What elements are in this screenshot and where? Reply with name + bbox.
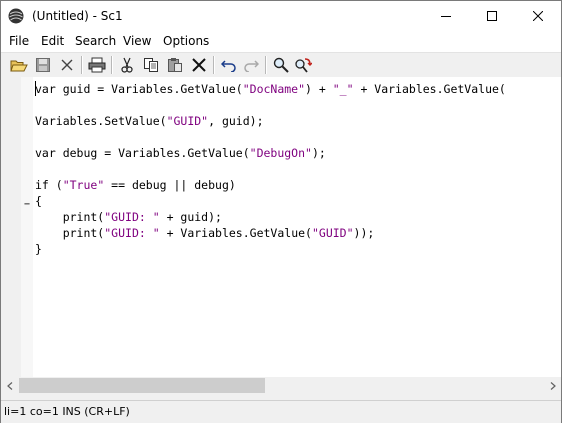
string-literal: "DebugOn": [249, 146, 312, 160]
menu-edit[interactable]: Edit: [41, 34, 64, 48]
status-bar: li=1 co=1 INS (CR+LF): [1, 400, 561, 423]
window-title: (Untitled) - Sc1: [32, 9, 123, 23]
open-button[interactable]: [9, 56, 29, 74]
string-literal: "GUID: ": [104, 210, 160, 224]
toolbar-separator: [213, 56, 215, 74]
toolbar: [1, 52, 561, 78]
string-literal: "GUID": [166, 114, 209, 128]
code-token: ) +: [305, 82, 333, 96]
paste-button[interactable]: [165, 56, 185, 74]
string-literal: "DocName": [242, 82, 306, 96]
code-line[interactable]: var guid = Variables.GetValue("DocName")…: [35, 81, 561, 97]
toolbar-separator: [81, 56, 83, 74]
code-line[interactable]: }: [35, 241, 561, 257]
string-literal: "GUID: ": [104, 226, 160, 240]
toolbar-separator: [111, 56, 113, 74]
delete-icon: [192, 58, 206, 72]
code-line[interactable]: [35, 161, 561, 177]
text-caret: [35, 81, 36, 96]
close-file-icon: [61, 59, 73, 71]
menu-search[interactable]: Search: [75, 34, 116, 48]
save-icon: [36, 58, 50, 72]
fold-margin[interactable]: [21, 77, 33, 377]
scroll-thumb[interactable]: [19, 378, 265, 393]
code-token: var debug = Variables.GetValue(: [35, 146, 250, 160]
code-token: , guid);: [208, 114, 264, 128]
code-token: + guid);: [159, 210, 222, 224]
scroll-right-button[interactable]: [544, 377, 561, 394]
app-icon: [8, 8, 24, 24]
copy-icon: [144, 58, 158, 72]
app-window: (Untitled) - Sc1 File Edit Search View O…: [0, 0, 562, 423]
string-literal: "GUID": [311, 226, 354, 240]
delete-button[interactable]: [189, 56, 209, 74]
menu-bar: File Edit Search View Options: [1, 31, 561, 52]
cut-icon: [121, 57, 133, 73]
code-token: ));: [353, 226, 375, 240]
menu-file[interactable]: File: [9, 34, 29, 48]
print-icon: [88, 57, 106, 73]
undo-icon: [221, 60, 236, 72]
code-token: == debug || debug): [104, 178, 236, 192]
replace-icon: [295, 58, 312, 73]
horizontal-scrollbar[interactable]: [1, 377, 561, 394]
scroll-left-button[interactable]: [1, 377, 18, 394]
code-token: print(: [35, 226, 105, 240]
find-button[interactable]: [271, 56, 291, 74]
fold-collapse-icon[interactable]: −: [24, 199, 30, 210]
title-bar: (Untitled) - Sc1: [1, 1, 561, 31]
chevron-left-icon: [6, 381, 12, 390]
redo-icon: [244, 60, 259, 72]
code-line[interactable]: var debug = Variables.GetValue("DebugOn"…: [35, 145, 561, 161]
close-file-button[interactable]: [57, 56, 77, 74]
code-token: );: [311, 146, 326, 160]
code-token: + Variables.GetValue(: [353, 82, 506, 96]
code-line[interactable]: print("GUID: " + Variables.GetValue("GUI…: [35, 225, 561, 241]
code-editor[interactable]: − var guid = Variables.GetValue("DocName…: [1, 77, 561, 377]
string-literal: "_": [332, 82, 354, 96]
code-line[interactable]: [35, 97, 561, 113]
code-token: var guid = Variables.GetValue(: [35, 82, 243, 96]
menu-view[interactable]: View: [123, 34, 151, 48]
maximize-icon: [487, 11, 497, 21]
code-token: print(: [35, 210, 105, 224]
code-text[interactable]: var guid = Variables.GetValue("DocName")…: [35, 81, 561, 257]
print-button[interactable]: [87, 56, 107, 74]
code-line[interactable]: if ("True" == debug || debug): [35, 177, 561, 193]
code-token: {: [35, 194, 42, 208]
code-token: Variables.SetValue(: [35, 114, 167, 128]
replace-button[interactable]: [293, 56, 313, 74]
string-literal: "True": [62, 178, 105, 192]
code-line[interactable]: Variables.SetValue("GUID", guid);: [35, 113, 561, 129]
cut-button[interactable]: [117, 56, 137, 74]
code-line[interactable]: [35, 129, 561, 145]
chevron-right-icon: [550, 381, 556, 390]
toolbar-separator: [265, 56, 267, 74]
close-button[interactable]: [515, 1, 561, 31]
menu-options[interactable]: Options: [163, 34, 209, 48]
save-button[interactable]: [33, 56, 53, 74]
status-text: li=1 co=1 INS (CR+LF): [4, 405, 130, 418]
code-line[interactable]: {: [35, 193, 561, 209]
minimize-button[interactable]: [423, 1, 469, 31]
undo-button[interactable]: [219, 56, 239, 74]
code-line[interactable]: print("GUID: " + guid);: [35, 209, 561, 225]
open-icon: [10, 60, 28, 72]
maximize-button[interactable]: [469, 1, 515, 31]
close-icon: [533, 11, 543, 21]
code-token: if (: [35, 178, 63, 192]
code-token: }: [35, 242, 42, 256]
minimize-icon: [441, 16, 451, 17]
redo-button[interactable]: [241, 56, 261, 74]
copy-button[interactable]: [141, 56, 161, 74]
find-icon: [273, 57, 289, 73]
paste-icon: [168, 58, 182, 72]
code-token: + Variables.GetValue(: [159, 226, 312, 240]
line-number-margin: [1, 77, 21, 377]
